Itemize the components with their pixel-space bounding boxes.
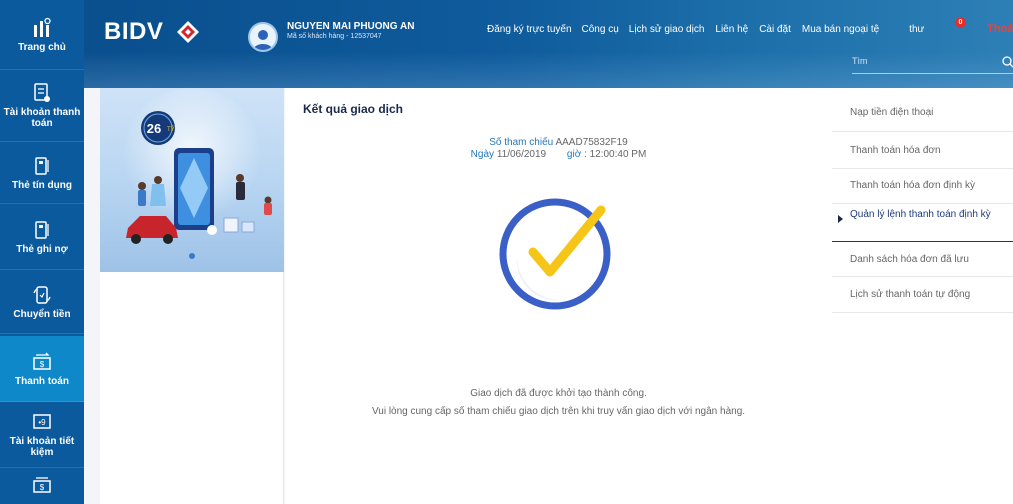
transfer-icon	[31, 284, 53, 306]
account-icon	[31, 82, 53, 104]
left-sidebar: Trang chủ Tài khoản thanh toán Thẻ tín d…	[0, 0, 84, 504]
sidebar-item-label: Thẻ tín dụng	[12, 179, 72, 191]
sidebar-item-home[interactable]: Trang chủ	[0, 0, 84, 70]
search-input[interactable]	[852, 56, 992, 66]
datetime-line: Ngày 11/06/2019 giờ : 12:00:40 PM	[285, 149, 832, 160]
page-title: Kết quả giao dịch	[303, 102, 404, 116]
customer-id: Mã số khách hàng - 12537047	[287, 33, 382, 40]
promo-banner[interactable]: 26 TỶ	[100, 88, 284, 272]
nav-online-register[interactable]: Đăng ký trực tuyến	[487, 24, 572, 35]
menu-item-label: Nạp tiền điện thoại	[850, 107, 934, 118]
promo-banner-image: 26 TỶ	[122, 88, 272, 259]
main-panel: Kết quả giao dịch Số tham chiếu AAAD7583…	[285, 88, 832, 504]
right-menu: Nạp tiền điện thoại Thanh toán hóa đơn T…	[832, 88, 1013, 504]
sidebar-item-savings[interactable]: •9 Tài khoản tiết kiệm	[0, 402, 84, 468]
svg-text:•9: •9	[38, 418, 46, 427]
money-icon: $	[31, 474, 53, 496]
sidebar-item-debit-card[interactable]: Thẻ ghi nợ	[0, 204, 84, 270]
sidebar-item-credit-card[interactable]: Thẻ tín dụng	[0, 142, 84, 204]
sidebar-item-account[interactable]: Tài khoản thanh toán	[0, 70, 84, 142]
menu-item-label: Danh sách hóa đơn đã lưu	[850, 254, 969, 265]
logout-link[interactable]: Thoát	[987, 23, 1013, 35]
nav-contact[interactable]: Liên hệ	[715, 24, 748, 35]
nav-foreign-exchange[interactable]: Mua bán ngoại tệ	[802, 24, 879, 35]
search-icon[interactable]	[1002, 56, 1013, 68]
top-header: BIDV NGUYEN MAI PHUONG AN Mã số khách hà…	[84, 0, 1013, 88]
payment-icon: $	[31, 351, 53, 373]
savings-icon: •9	[31, 411, 53, 433]
sidebar-item-label: Chuyển tiền	[13, 308, 71, 320]
sidebar-item-payment[interactable]: $ Thanh toán	[0, 336, 84, 402]
user-name: NGUYEN MAI PHUONG AN	[287, 21, 415, 32]
debit-card-icon	[31, 219, 53, 241]
sidebar-item-money[interactable]: $	[0, 468, 84, 504]
promo-column: 26 TỶ	[100, 88, 284, 504]
svg-text:$: $	[40, 360, 45, 369]
date-value: 11/06/2019	[496, 149, 547, 160]
svg-text:$: $	[40, 483, 45, 492]
sidebar-item-label: Tài khoản thanh toán	[3, 107, 81, 129]
menu-item-mobile-topup[interactable]: Nạp tiền điện thoại	[832, 88, 1013, 132]
active-arrow-icon	[838, 215, 843, 223]
sidebar-item-label: Trang chủ	[18, 41, 66, 53]
menu-item-saved-bills[interactable]: Danh sách hóa đơn đã lưu	[832, 242, 1013, 277]
reference-value: AAAD75832F19	[555, 137, 628, 148]
success-message: Giao dịch đã được khởi tạo thành công.	[470, 388, 647, 399]
menu-item-label: Thanh toán hóa đơn định kỳ	[850, 180, 975, 191]
nav-tools[interactable]: Công cụ	[582, 24, 619, 35]
menu-item-manage-recurring[interactable]: Quản lý lệnh thanh toán định kỳ	[832, 204, 1013, 242]
nav-settings[interactable]: Cài đặt	[759, 24, 791, 35]
menu-item-bill-payment[interactable]: Thanh toán hóa đơn	[832, 132, 1013, 169]
success-check-icon	[499, 198, 611, 310]
menu-item-label: Quản lý lệnh thanh toán định kỳ	[850, 209, 991, 220]
menu-item-recurring-bill[interactable]: Thanh toán hóa đơn định kỳ	[832, 169, 1013, 204]
date-label: Ngày	[470, 149, 495, 160]
menu-item-label: Thanh toán hóa đơn	[850, 145, 941, 156]
sidebar-item-label: Tài khoản tiết kiệm	[9, 436, 75, 458]
reference-line: Số tham chiếu AAAD75832F19	[285, 137, 832, 148]
time-value: 12:00:40 PM	[589, 149, 647, 160]
nav-transaction-history[interactable]: Lịch sử giao dịch	[629, 24, 705, 35]
mail-badge: 0	[955, 17, 966, 28]
top-nav: Đăng ký trực tuyến Công cụ Lịch sử giao …	[487, 24, 924, 35]
sidebar-item-label: Thẻ ghi nợ	[16, 243, 68, 255]
reference-note: Vui lòng cung cấp số tham chiếu giao dịc…	[371, 406, 746, 417]
search-box	[852, 52, 1013, 74]
bidv-logo[interactable]: BIDV	[104, 18, 163, 46]
bidv-logo-mark-icon	[177, 21, 199, 43]
sidebar-item-transfer[interactable]: Chuyển tiền	[0, 270, 84, 334]
sidebar-item-label: Thanh toán	[15, 375, 69, 387]
credit-card-icon	[31, 155, 53, 177]
svg-text:TỶ: TỶ	[167, 126, 175, 133]
time-label: giờ :	[566, 149, 587, 160]
user-avatar-icon	[253, 30, 273, 50]
nav-mail[interactable]: thư	[909, 24, 924, 35]
avatar[interactable]	[248, 22, 278, 52]
menu-item-auto-payment-history[interactable]: Lịch sử thanh toán tự động	[832, 277, 1013, 313]
home-icon	[31, 17, 53, 39]
reference-label: Số tham chiếu	[489, 137, 554, 148]
menu-item-label: Lịch sử thanh toán tự động	[850, 289, 971, 300]
promo-badge-text: 26	[147, 121, 161, 136]
